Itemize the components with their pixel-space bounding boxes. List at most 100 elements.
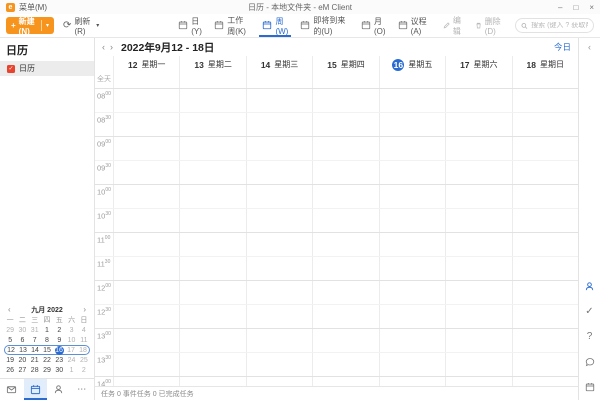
tab-workweek-view[interactable]: 工作周(K)	[208, 14, 256, 37]
time-slot[interactable]	[445, 185, 511, 208]
mini-calendar-day[interactable]: 19	[4, 356, 16, 365]
time-slot[interactable]	[312, 257, 378, 280]
time-slot[interactable]	[512, 89, 578, 112]
time-slot[interactable]	[379, 113, 445, 136]
time-slot[interactable]	[246, 209, 312, 232]
all-day-slot[interactable]	[246, 73, 312, 88]
time-slot[interactable]	[179, 113, 245, 136]
time-slot[interactable]	[512, 161, 578, 184]
time-slot[interactable]	[512, 257, 578, 280]
time-slot[interactable]	[512, 281, 578, 304]
mini-calendar-day[interactable]: 7	[29, 336, 41, 345]
all-day-slot[interactable]	[379, 73, 445, 88]
mini-calendar-day[interactable]: 25	[78, 356, 90, 365]
mini-calendar-today[interactable]: 16	[55, 346, 64, 355]
time-slot[interactable]	[179, 233, 245, 256]
time-slot[interactable]	[246, 161, 312, 184]
time-slot[interactable]	[312, 161, 378, 184]
time-slot[interactable]	[179, 89, 245, 112]
refresh-button[interactable]: ⟳ 刷新(R) ▾	[63, 16, 99, 36]
tasks-panel-button[interactable]: ✓	[579, 303, 600, 320]
time-slot[interactable]	[246, 329, 312, 352]
help-button[interactable]: ?	[579, 328, 600, 345]
time-slot[interactable]	[445, 281, 511, 304]
time-slot[interactable]	[312, 353, 378, 376]
time-slot[interactable]	[445, 257, 511, 280]
mini-calendar-day[interactable]: 27	[16, 366, 28, 375]
day-header[interactable]: 17星期六	[445, 56, 511, 73]
time-slot[interactable]	[445, 233, 511, 256]
next-month-button[interactable]: ›	[83, 306, 86, 314]
mini-calendar-day[interactable]: 8	[41, 336, 53, 345]
search-box[interactable]	[515, 18, 594, 33]
app-menu-button[interactable]: e 菜单(M)	[6, 2, 47, 13]
time-slot[interactable]	[312, 185, 378, 208]
today-button[interactable]: 今日	[554, 41, 571, 53]
time-slot[interactable]	[512, 185, 578, 208]
collapse-sidebar-button[interactable]: ‹	[588, 42, 591, 52]
contacts-panel-button[interactable]	[579, 278, 600, 295]
time-slot[interactable]	[445, 305, 511, 328]
mini-calendar-day[interactable]: 28	[29, 366, 41, 375]
agenda-panel-button[interactable]	[579, 378, 600, 395]
time-slot[interactable]	[179, 353, 245, 376]
time-slot[interactable]	[312, 137, 378, 160]
time-slot[interactable]	[113, 329, 179, 352]
time-slot[interactable]	[179, 281, 245, 304]
time-slot[interactable]	[312, 89, 378, 112]
time-slot[interactable]	[512, 233, 578, 256]
new-event-button[interactable]: + 新建(N) ▾	[6, 17, 54, 34]
day-header[interactable]: 16星期五	[379, 56, 445, 73]
time-slot[interactable]	[113, 89, 179, 112]
mini-calendar-day[interactable]: 2	[53, 326, 65, 335]
time-slot[interactable]	[113, 305, 179, 328]
time-slot[interactable]	[512, 377, 578, 386]
mini-calendar-day[interactable]: 30	[16, 326, 28, 335]
time-slot[interactable]	[179, 257, 245, 280]
tab-month-view[interactable]: 月(O)	[355, 14, 392, 37]
mini-calendar-day[interactable]: 17	[65, 346, 77, 355]
mini-calendar-day[interactable]: 5	[4, 336, 16, 345]
time-slot[interactable]	[113, 161, 179, 184]
mini-calendar-day[interactable]: 9	[53, 336, 65, 345]
time-slot[interactable]	[312, 233, 378, 256]
time-slot[interactable]	[179, 305, 245, 328]
delete-button[interactable]: 删除(D)	[475, 16, 507, 36]
contacts-module-button[interactable]	[47, 379, 71, 400]
time-slot[interactable]	[512, 353, 578, 376]
next-week-button[interactable]: ›	[110, 42, 113, 52]
time-slot[interactable]	[512, 305, 578, 328]
time-slot[interactable]	[246, 113, 312, 136]
time-slot[interactable]	[379, 89, 445, 112]
tab-upcoming-view[interactable]: 即将到来的(U)	[294, 14, 355, 37]
time-slot[interactable]	[379, 209, 445, 232]
time-slot[interactable]	[512, 113, 578, 136]
chevron-down-icon[interactable]: ▾	[96, 22, 99, 29]
time-slot[interactable]	[512, 209, 578, 232]
mini-calendar-day[interactable]: 31	[29, 326, 41, 335]
time-slot[interactable]	[113, 209, 179, 232]
mini-calendar-day[interactable]: 15	[41, 346, 53, 355]
time-slot[interactable]	[246, 281, 312, 304]
time-slot[interactable]	[113, 353, 179, 376]
time-slot[interactable]	[379, 281, 445, 304]
close-button[interactable]: ×	[589, 3, 594, 12]
mini-calendar-day[interactable]: 24	[65, 356, 77, 365]
mini-calendar-day[interactable]: 30	[53, 366, 65, 375]
tab-day-view[interactable]: 日(Y)	[172, 14, 208, 37]
calendar-module-button[interactable]	[24, 379, 48, 400]
time-slot[interactable]	[379, 161, 445, 184]
time-slot[interactable]	[312, 113, 378, 136]
mini-calendar-day[interactable]: 20	[16, 356, 28, 365]
time-slot[interactable]	[312, 209, 378, 232]
mail-module-button[interactable]	[0, 379, 24, 400]
time-slot[interactable]	[379, 377, 445, 386]
time-slot[interactable]	[246, 137, 312, 160]
time-slot[interactable]	[179, 329, 245, 352]
time-slot[interactable]	[246, 305, 312, 328]
time-slot[interactable]	[113, 185, 179, 208]
time-slot[interactable]	[512, 329, 578, 352]
maximize-button[interactable]: □	[573, 3, 578, 12]
time-slot[interactable]	[113, 137, 179, 160]
time-slot[interactable]	[113, 257, 179, 280]
